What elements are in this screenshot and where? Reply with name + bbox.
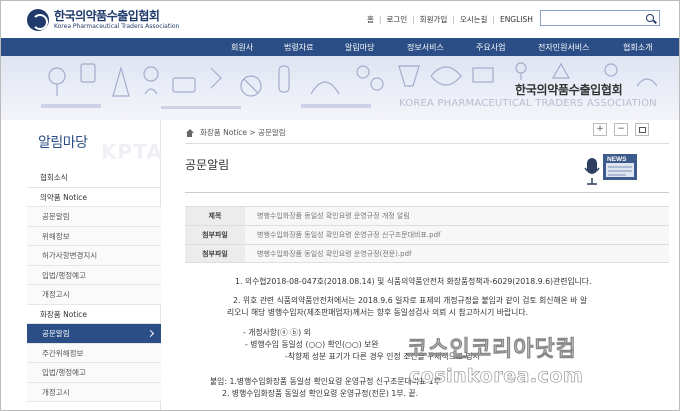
nav-business[interactable]: 주요사업 [476, 42, 505, 53]
banner-title-en: KOREA PHARMACEUTICAL TRADERS ASSOCIATION [399, 98, 657, 109]
sidebar-item-weekly-hazard[interactable]: 주간위해정보 [27, 343, 161, 363]
sidebar-item-cosmetics-revision[interactable]: 개정고시 [27, 382, 161, 402]
sidebar-item-drug-official-notice[interactable]: 공문알림 [27, 207, 161, 227]
main-nav: 회원사 법령자료 알림마당 정보서비스 주요사업 전자민원서비스 협회소개 [1, 38, 679, 56]
search-icon[interactable] [646, 14, 654, 22]
info-label: 첨부파일 [185, 226, 245, 244]
page-title: 공문알림 [185, 158, 230, 172]
sidebar-item-cosmetics-legislation[interactable]: 입법/행정예고 [27, 363, 161, 383]
search-input[interactable] [540, 10, 660, 26]
nav-e-service[interactable]: 전자민원서비스 [538, 42, 590, 53]
info-row-attachment: 첨부파일 병행수입화장품 동일성 확인요령 운영규정(전문).pdf [185, 244, 669, 263]
attachment-link[interactable]: 병행수입화장품 동일성 확인요령 운영규정 신구조문대비표.pdf [245, 226, 669, 244]
nav-members[interactable]: 회원사 [231, 42, 253, 53]
sidebar-item-drug-notice[interactable]: 의약품 Notice [27, 188, 161, 207]
logo-title-en: Korea Pharmaceutical Traders Association [54, 22, 180, 30]
sidebar-menu: 협회소식 의약품 Notice 공문알림 위해정보 허가사항변경지시 입법/행정… [27, 168, 161, 402]
sidebar-item-cosmetics-notice[interactable]: 화장품 Notice [27, 305, 161, 324]
nav-info-service[interactable]: 정보서비스 [407, 42, 444, 53]
zoom-in-button[interactable]: + [593, 123, 607, 136]
nav-about[interactable]: 협회소개 [623, 42, 652, 53]
page-frame: 한국의약품수출입협회 Korea Pharmaceutical Traders … [0, 0, 680, 411]
sidebar-item-cosmetics-official-notice[interactable]: 공문알림 [27, 324, 161, 344]
body-paragraph: 리오니 해당 병행수입자(제조판매업자)께서는 향후 동일성검사 의뢰 시 참고… [227, 308, 528, 317]
logo-title-ko: 한국의약품수출입협회 [54, 8, 160, 23]
nav-law[interactable]: 법령자료 [284, 42, 313, 53]
sidebar-title: 알림마당 [38, 135, 88, 151]
nav-notice[interactable]: 알림마당 [345, 42, 374, 53]
link-english[interactable]: ENGLISH [500, 15, 533, 24]
print-icon [639, 127, 646, 133]
sidebar-item-association-news[interactable]: 협회소식 [27, 168, 161, 188]
post-subject: 병행수입화장품 동일성 확인요령 운영규정 개정 알림 [245, 207, 669, 225]
sidebar-item-legislation[interactable]: 입법/행정예고 [27, 265, 161, 285]
info-row-title: 제목 병행수입화장품 동일성 확인요령 운영규정 개정 알림 [185, 206, 669, 225]
watermark-en: cosinkorea.com [409, 365, 584, 388]
post-info-table: 제목 병행수입화장품 동일성 확인요령 운영규정 개정 알림 첨부파일 병행수입… [185, 206, 669, 263]
news-label: NEWS [607, 156, 627, 163]
watermark-ko: 코스인코리아닷컴 [407, 337, 577, 363]
banner-title-ko: 한국의약품수출입협회 [515, 83, 623, 97]
chevron-right-icon [146, 329, 155, 338]
top-links: 홈 | 로그인 | 회원가입 | 오시는길 | ENGLISH [367, 14, 533, 25]
zoom-out-button[interactable]: − [614, 123, 628, 136]
top-bar: 한국의약품수출입협회 Korea Pharmaceutical Traders … [1, 1, 679, 38]
hero-banner: 한국의약품수출입협회 KOREA PHARMACEUTICAL TRADERS … [1, 56, 679, 120]
info-label: 첨부파일 [185, 245, 245, 262]
breadcrumb-text: 화장품 Notice > 공문알림 [200, 128, 286, 137]
link-directions[interactable]: 오시는길 [460, 14, 488, 25]
info-row-attachment: 첨부파일 병행수입화장품 동일성 확인요령 운영규정 신구조문대비표.pdf [185, 225, 669, 244]
sidebar-item-hazard-info[interactable]: 위해정보 [27, 226, 161, 246]
site-logo[interactable]: 한국의약품수출입협회 Korea Pharmaceutical Traders … [27, 9, 179, 31]
sidebar-header: KPTA 알림마당 [27, 120, 163, 168]
sidebar: KPTA 알림마당 협회소식 의약품 Notice 공문알림 위해정보 허가사항… [27, 120, 163, 410]
attachment-link[interactable]: 병행수입화장품 동일성 확인요령 운영규정(전문).pdf [245, 245, 669, 262]
toolbar: + − [593, 123, 656, 136]
info-label: 제목 [185, 207, 245, 225]
link-signup[interactable]: 회원가입 [420, 14, 448, 25]
home-icon[interactable] [185, 128, 194, 137]
sidebar-item-permit-change[interactable]: 허가사항변경지시 [27, 246, 161, 266]
body-paragraph: 1. 의수협2018-08-047호(2018.08.14) 및 식품의약품안전… [235, 277, 592, 286]
sidebar-watermark: KPTA [101, 140, 163, 164]
news-microphone-icon: NEWS [584, 154, 637, 185]
link-home[interactable]: 홈 [367, 14, 374, 25]
print-button[interactable] [635, 123, 649, 136]
logo-icon [27, 9, 49, 31]
site-watermark: 코스인코리아닷컴 cosinkorea.com [407, 331, 647, 401]
sidebar-item-revision[interactable]: 개정고시 [27, 285, 161, 305]
link-login[interactable]: 로그인 [386, 14, 407, 25]
breadcrumb: 화장품 Notice > 공문알림 [185, 127, 286, 138]
body-paragraph: 2. 위호 관련 식품의약품안전처에서는 2018.9.6 일자로 표제의 개정… [233, 296, 588, 305]
